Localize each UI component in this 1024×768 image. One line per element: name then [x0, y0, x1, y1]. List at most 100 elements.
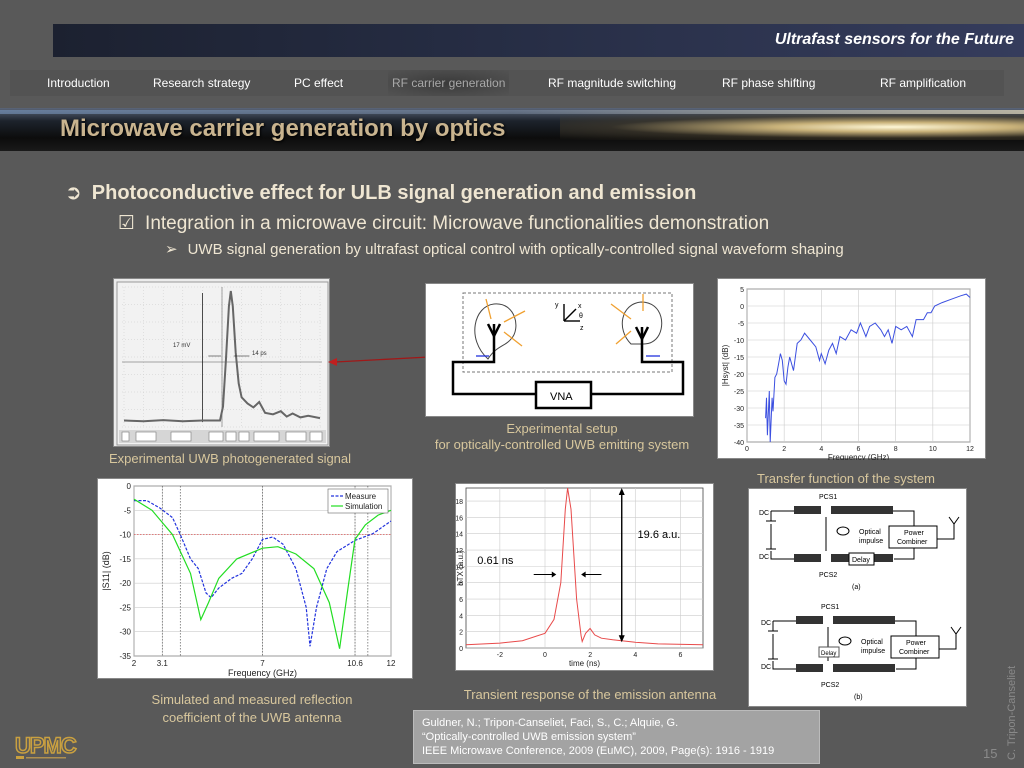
- x-tick-label: 2: [782, 446, 786, 453]
- header-banner: Ultrafast sensors for the Future: [53, 24, 1024, 57]
- arrowhead-icon: ➢: [165, 241, 178, 258]
- s11-chart: 0 -5 -10 -15 -20 -25 -30 -35 2 3.1 7 10.6 12 Frequenc…: [97, 478, 413, 679]
- s11-plot: 0 -5 -10 -15 -20 -25 -30 -352 3.1 7 10.6 12 Frequenc…: [101, 482, 396, 678]
- y-tick-label: 6: [459, 597, 463, 604]
- dc-label: DC: [761, 620, 771, 627]
- caption-setup-line1: Experimental setup: [506, 421, 618, 436]
- author-vertical: C. Tripon-Canseliet: [1006, 665, 1018, 760]
- x-tick-label: 2: [588, 652, 592, 659]
- y-axis-label: hTX (a.u.): [456, 550, 465, 586]
- x-tick-label: 4: [819, 446, 823, 453]
- bullet-text: Integration in a microwave circuit: Micr…: [145, 213, 770, 234]
- setup-svg: VNA y x θ z: [451, 292, 685, 410]
- nav-pc-effect[interactable]: PC effect: [294, 76, 343, 90]
- nav-rf-amplification[interactable]: RF amplification: [880, 76, 966, 90]
- x-tick-label: 6: [678, 652, 682, 659]
- circuit-svg: DC DC PCS1 PCS2 Optical impulse Power Combiner D…: [759, 494, 962, 701]
- transmission-line: [833, 616, 895, 624]
- caption-s11-line1: Simulated and measured reflection: [151, 692, 353, 707]
- red-arrow-connector: [328, 356, 430, 366]
- legend-entry: Simulation: [345, 502, 382, 511]
- oscilloscope-figure: 17 mV 14 ps: [113, 278, 330, 447]
- transmission-line: [831, 506, 893, 514]
- nav-rf-phase-shifting[interactable]: RF phase shifting: [722, 76, 815, 90]
- bullet-text: UWB signal generation by ultrafast optic…: [187, 241, 844, 258]
- oscilloscope-plot: 17 mV 14 ps: [116, 281, 329, 446]
- slide-title: Microwave carrier generation by optics: [60, 115, 506, 142]
- pcs2-label: PCS2: [819, 572, 837, 579]
- x-axis-label: Frequency (GHz): [828, 453, 890, 460]
- optical-label: Optical: [861, 639, 883, 646]
- bullet-text: Photoconductive effect for ULB signal ge…: [91, 182, 697, 204]
- nav-bar: Introduction Research strategy PC effect…: [10, 70, 1004, 96]
- nav-rf-magnitude-switching[interactable]: RF magnitude switching: [548, 76, 676, 90]
- y-axis-label: |S11| (dB): [101, 551, 111, 591]
- y-tick-label: -40: [734, 440, 744, 447]
- transient-plot: 024681012141618-2 0 2 4 6time (ns)hTX (a.u.)…: [455, 487, 704, 668]
- reference-title: “Optically-controlled UWB emission syste…: [422, 731, 636, 743]
- y-tick-label: 16: [456, 515, 463, 522]
- x-tick-label: 3.1: [157, 659, 169, 668]
- pcs2-label: PCS2: [821, 682, 839, 689]
- x-tick-label: 6: [857, 446, 861, 453]
- y-tick-label: -15: [734, 355, 744, 362]
- scope-amplitude-label: 17 mV: [173, 343, 190, 349]
- y-tick-label: -35: [119, 652, 131, 661]
- combiner-label: Combiner: [899, 649, 930, 656]
- transmission-line: [794, 506, 821, 514]
- y-tick-label: -20: [119, 579, 131, 588]
- y-tick-label: -15: [119, 555, 131, 564]
- delay-label: Delay: [852, 557, 870, 564]
- power-label: Power: [906, 640, 927, 647]
- y-tick-label: -30: [734, 406, 744, 413]
- amplitude-annotation: 19.6 a.u.: [638, 529, 681, 541]
- y-tick-label: 14: [456, 532, 463, 539]
- y-tick-label: -5: [124, 506, 132, 515]
- transient-chart: 0 2 4 6 8 10 12 14 16 18 -2 0 2 4 6 time (ns) hTX (a.u.)…: [455, 483, 714, 671]
- y-tick-label: -10: [734, 338, 744, 345]
- optical-label: Optical: [859, 529, 881, 536]
- transmission-line: [796, 616, 823, 624]
- subfigure-label: (a): [852, 584, 861, 591]
- x-tick-label: 10: [929, 446, 937, 453]
- y-tick-label: 0: [740, 304, 744, 311]
- x-tick-label: -2: [497, 652, 503, 659]
- pcs1-label: PCS1: [821, 604, 839, 611]
- scope-width-label: 14 ps: [252, 351, 267, 357]
- vna-label: VNA: [550, 391, 573, 403]
- axis-y-label: y: [555, 302, 559, 309]
- subfigure-label: (b): [854, 694, 863, 701]
- bullet-level-2: ☑ Integration in a microwave circuit: Mic…: [118, 212, 769, 235]
- x-tick-label: 12: [387, 659, 396, 668]
- transmission-line: [796, 664, 823, 672]
- y-tick-label: 18: [456, 499, 463, 506]
- caption-setup-line2: for optically-controlled UWB emitting sy…: [434, 437, 690, 452]
- y-tick-label: -30: [119, 628, 131, 637]
- x-tick-label: 8: [894, 446, 898, 453]
- dc-label: DC: [759, 510, 769, 517]
- nav-introduction[interactable]: Introduction: [47, 76, 110, 90]
- nav-rf-carrier-generation[interactable]: RF carrier generation: [388, 70, 510, 96]
- y-tick-label: -10: [119, 531, 131, 540]
- reference-venue: IEEE Microwave Conference, 2009 (EuMC), …: [422, 745, 775, 757]
- impulse-label: impulse: [861, 648, 885, 655]
- legend-entry: Measure: [345, 492, 377, 501]
- caption-scope: Experimental UWB photogenerated signal: [108, 451, 352, 466]
- delay-label: Delay: [821, 651, 836, 657]
- width-annotation: 0.61 ns: [477, 555, 514, 567]
- dc-label: DC: [761, 664, 771, 671]
- transmission-line: [833, 664, 895, 672]
- y-tick-label: 0: [127, 482, 132, 491]
- reference-authors: Guldner, N.; Tripon-Canseliet, Faci, S.,…: [422, 717, 679, 729]
- fiber-coil-icon: [836, 526, 850, 536]
- y-tick-label: -25: [734, 389, 744, 396]
- nav-research-strategy[interactable]: Research strategy: [153, 76, 250, 90]
- brand-title: Ultrafast sensors for the Future: [774, 31, 1014, 48]
- y-tick-label: -25: [119, 603, 131, 612]
- axis-x-label: x: [578, 303, 582, 310]
- y-tick-label: -5: [738, 321, 744, 328]
- plot-area: [465, 487, 704, 649]
- y-tick-label: 2: [459, 630, 463, 637]
- reference-box: Guldner, N.; Tripon-Canseliet, Faci, S.,…: [413, 710, 820, 764]
- axis-theta-label: θ: [579, 313, 583, 320]
